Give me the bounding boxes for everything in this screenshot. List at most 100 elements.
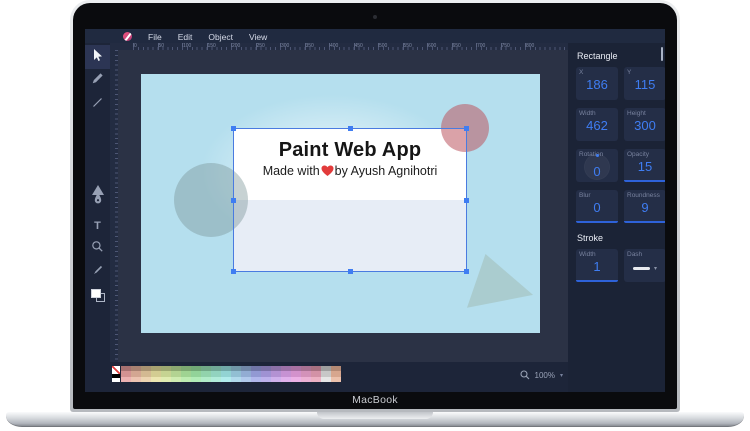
ruler-label: 100 [183,43,191,49]
eyedropper-tool[interactable] [85,261,110,285]
color-swatch[interactable] [331,377,341,382]
vertical-ruler [110,50,118,362]
stroke-section-title: Stroke [577,233,665,243]
field-value-width[interactable]: 462 [579,118,615,133]
magnifier-icon [520,370,530,380]
zoom-icon [91,240,104,258]
field-label: Width [579,110,615,117]
field-value-rotation[interactable]: 0 [579,164,615,179]
field-value-opacity[interactable]: 15 [627,159,663,174]
green-triangle-shape[interactable] [467,254,533,310]
color-swatch[interactable] [171,377,181,382]
field-dash: Dash▾ [624,249,665,282]
text-icon: T [94,216,101,234]
palette-row [121,377,341,382]
ruler-label: 550 [404,43,412,49]
paint-app-window: FileEditObjectView 050100150200250300350… [85,29,665,392]
color-swatch[interactable] [201,377,211,382]
select-tool[interactable] [85,45,110,69]
zoom-tool[interactable] [85,237,110,261]
menu-item-view[interactable]: View [249,32,267,42]
menu-item-edit[interactable]: Edit [178,32,193,42]
color-swatch[interactable] [261,377,271,382]
app-logo-icon[interactable] [123,32,132,41]
color-swatch[interactable] [271,377,281,382]
pencil-tool[interactable] [85,69,110,93]
ruler-label: 700 [477,43,485,49]
selection-handle-n[interactable] [348,126,353,131]
ruler-label: 150 [208,43,216,49]
color-swatch[interactable] [211,377,221,382]
field-label: Width [579,251,615,258]
zoom-caret-icon: ▾ [560,372,563,379]
color-swatch[interactable] [141,377,151,382]
selection-handle-se[interactable] [464,269,469,274]
color-swatch[interactable] [301,377,311,382]
color-swatch[interactable] [121,377,131,382]
ruler-label: 800 [526,43,534,49]
white-swatch[interactable] [112,378,120,382]
ruler-label: 250 [257,43,265,49]
ruler-label: 400 [330,43,338,49]
pen-tool[interactable] [85,189,110,213]
color-swatch[interactable] [231,377,241,382]
field-value-width[interactable]: 1 [579,259,615,274]
palette-rows [121,366,341,382]
ruler-label: 0 [134,43,137,49]
no-color-swatch[interactable] [112,366,120,374]
dash-line-icon [633,267,650,270]
triangle-tool[interactable] [85,165,110,189]
color-swatch[interactable] [181,377,191,382]
field-value-height[interactable]: 300 [627,118,663,133]
properties-panel: Rectangle X186Y115Width462Height300Rotat… [568,43,665,392]
dash-select[interactable]: ▾ [627,265,663,272]
field-label: Blur [579,192,615,199]
menu-item-file[interactable]: File [148,32,162,42]
color-swatch[interactable] [251,377,261,382]
triangle-icon [92,168,104,186]
field-value-roundness[interactable]: 9 [627,200,663,215]
color-swatch[interactable] [281,377,291,382]
selection-handle-sw[interactable] [231,269,236,274]
color-swatch[interactable] [151,377,161,382]
status-bar: 100% ▾ [110,362,568,392]
color-swatch[interactable] [311,377,321,382]
fill-stroke-swatches[interactable] [91,289,105,302]
macbook-mockup: FileEditObjectView 050100150200250300350… [0,0,750,431]
color-swatch[interactable] [321,377,331,382]
color-swatch[interactable] [291,377,301,382]
field-value-blur[interactable]: 0 [579,200,615,215]
macbook-lid-notch [317,412,433,419]
text-tool[interactable]: T [85,213,110,237]
drawing-canvas[interactable]: Paint Web App Made withby Ayush Agnihotr… [141,74,540,333]
eyedropper-icon [91,264,104,282]
selection-handle-w[interactable] [231,198,236,203]
color-swatch[interactable] [221,377,231,382]
macbook-base [6,412,744,427]
field-value-x[interactable]: 186 [579,77,615,92]
pencil-icon [91,72,104,90]
field-label: Height [627,110,663,117]
ruler-label: 50 [159,43,165,49]
field-value-y[interactable]: 115 [627,77,663,92]
macbook-bezel-inner: FileEditObjectView 050100150200250300350… [73,3,677,409]
color-swatch[interactable] [241,377,251,382]
fill-swatch[interactable] [91,289,101,298]
selection-handle-nw[interactable] [231,126,236,131]
panel-scrollbar[interactable] [661,47,663,61]
selection-handle-ne[interactable] [464,126,469,131]
menu-item-object[interactable]: Object [208,32,233,42]
color-swatch[interactable] [191,377,201,382]
zoom-level: 100% [535,371,555,380]
zoom-control[interactable]: 100% ▾ [520,370,563,380]
color-swatch[interactable] [131,377,141,382]
color-swatch[interactable] [161,377,171,382]
field-width: Width1 [576,249,618,282]
field-height: Height300 [624,108,665,141]
selection-handle-s[interactable] [348,269,353,274]
rectangle-tool[interactable] [85,117,110,141]
macbook-label: MacBook [73,394,677,406]
ellipse-tool[interactable] [85,141,110,165]
selection-handle-e[interactable] [464,198,469,203]
line-tool[interactable] [85,93,110,117]
